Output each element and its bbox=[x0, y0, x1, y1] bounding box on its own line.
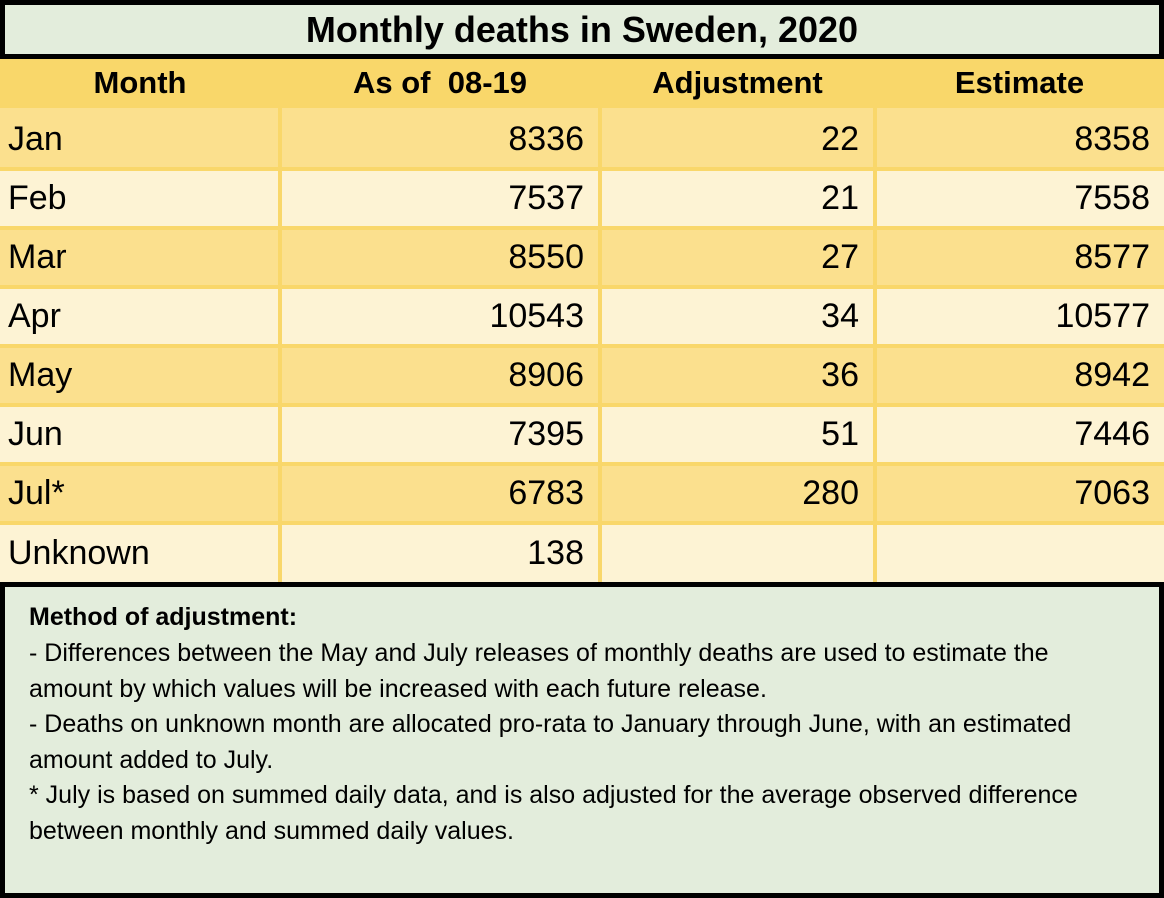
cell-estimate: 7558 bbox=[875, 168, 1164, 230]
page-title: Monthly deaths in Sweden, 2020 bbox=[305, 8, 859, 50]
cell-as-of: 8550 bbox=[280, 227, 602, 289]
cell-as-of: 7537 bbox=[280, 168, 602, 230]
cell-adjustment: 280 bbox=[600, 463, 877, 525]
table-row: Jun 7395 51 7446 bbox=[0, 404, 1164, 466]
cell-adjustment: 51 bbox=[600, 404, 877, 466]
table-figure: Monthly deaths in Sweden, 2020 Month As … bbox=[0, 0, 1164, 898]
cell-estimate: 8942 bbox=[875, 345, 1164, 407]
cell-month: Apr bbox=[0, 286, 282, 348]
cell-adjustment: 27 bbox=[600, 227, 877, 289]
cell-month: Jan bbox=[0, 109, 282, 171]
cell-month: Feb bbox=[0, 168, 282, 230]
deaths-table: Month As of 08-19 Adjustment Estimate Ja… bbox=[0, 59, 1164, 582]
cell-month: Jun bbox=[0, 404, 282, 466]
column-header-as-of: As of 08-19 bbox=[280, 59, 600, 110]
cell-as-of: 138 bbox=[280, 522, 602, 582]
table-row: Jan 8336 22 8358 bbox=[0, 109, 1164, 171]
cell-as-of: 7395 bbox=[280, 404, 602, 466]
cell-adjustment bbox=[600, 522, 877, 582]
cell-estimate: 8358 bbox=[875, 109, 1164, 171]
cell-as-of: 8906 bbox=[280, 345, 602, 407]
cell-estimate: 7446 bbox=[875, 404, 1164, 466]
note-line-differences: - Differences between the May and July r… bbox=[29, 639, 1049, 703]
note-heading: Method of adjustment: bbox=[29, 602, 298, 631]
table-row: Jul* 6783 280 7063 bbox=[0, 463, 1164, 525]
cell-adjustment: 36 bbox=[600, 345, 877, 407]
cell-as-of: 10543 bbox=[280, 286, 602, 348]
column-header-month: Month bbox=[0, 59, 280, 110]
table-body: Jan 8336 22 8358 Feb 7537 21 7558 Mar 85… bbox=[0, 109, 1164, 582]
column-header-estimate: Estimate bbox=[875, 59, 1164, 110]
table-row: Apr 10543 34 10577 bbox=[0, 286, 1164, 348]
cell-as-of: 8336 bbox=[280, 109, 602, 171]
cell-adjustment: 34 bbox=[600, 286, 877, 348]
column-header-adjustment: Adjustment bbox=[600, 59, 875, 110]
cell-month: May bbox=[0, 345, 282, 407]
table-header: Month As of 08-19 Adjustment Estimate bbox=[0, 59, 1164, 110]
cell-as-of: 6783 bbox=[280, 463, 602, 525]
cell-adjustment: 21 bbox=[600, 168, 877, 230]
note-line-july-footnote: * July is based on summed daily data, an… bbox=[29, 781, 1078, 845]
table-row: Feb 7537 21 7558 bbox=[0, 168, 1164, 230]
cell-month: Mar bbox=[0, 227, 282, 289]
table-row: Mar 8550 27 8577 bbox=[0, 227, 1164, 289]
method-note-panel: Method of adjustment: - Differences betw… bbox=[0, 586, 1164, 898]
table-row: Unknown 138 bbox=[0, 522, 1164, 582]
cell-adjustment: 22 bbox=[600, 109, 877, 171]
cell-estimate bbox=[875, 522, 1164, 582]
table-row: May 8906 36 8942 bbox=[0, 345, 1164, 407]
note-line-unknown-month: - Deaths on unknown month are allocated … bbox=[29, 710, 1072, 774]
header-row: Month As of 08-19 Adjustment Estimate bbox=[0, 59, 1164, 110]
cell-estimate: 8577 bbox=[875, 227, 1164, 289]
cell-estimate: 7063 bbox=[875, 463, 1164, 525]
cell-month: Jul* bbox=[0, 463, 282, 525]
deaths-table-container: Month As of 08-19 Adjustment Estimate Ja… bbox=[0, 59, 1164, 582]
title-bar: Monthly deaths in Sweden, 2020 bbox=[0, 0, 1164, 59]
cell-month: Unknown bbox=[0, 522, 282, 582]
cell-estimate: 10577 bbox=[875, 286, 1164, 348]
